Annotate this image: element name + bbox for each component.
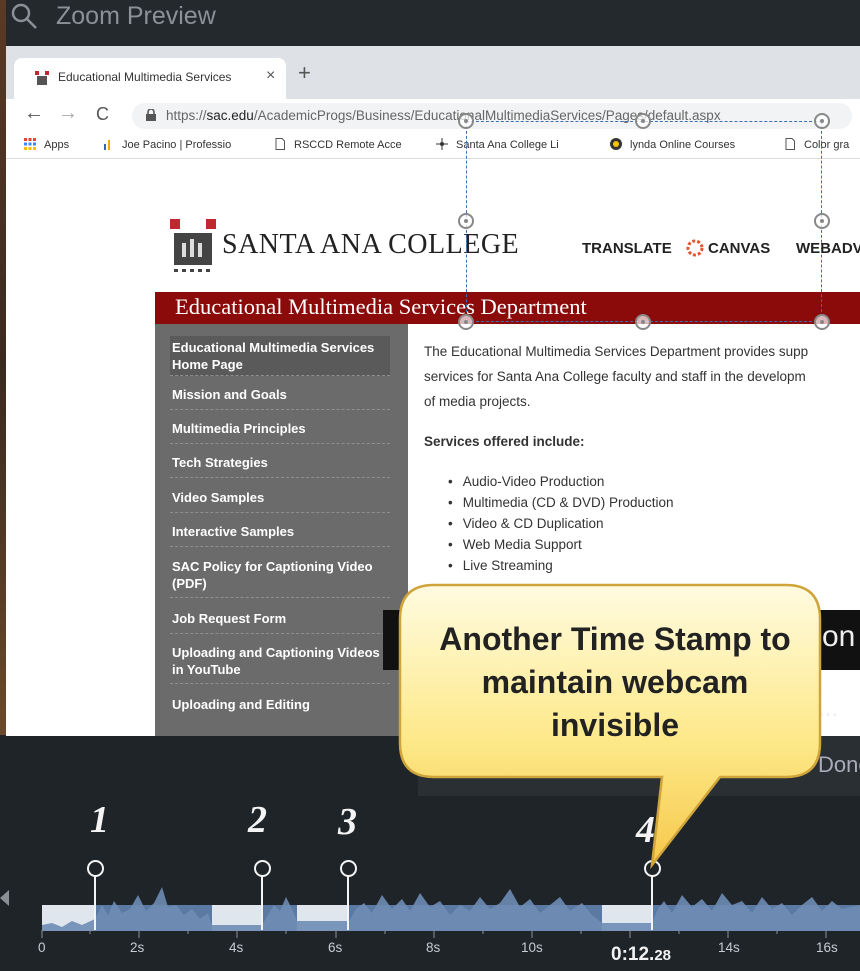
current-time-readout: 0:12.28 — [611, 944, 671, 965]
forward-button[interactable]: → — [58, 102, 78, 125]
sidenav-item-captioning-policy[interactable]: SAC Policy for Captioning Video (PDF) — [170, 554, 390, 598]
resize-handle-left[interactable] — [458, 213, 474, 229]
scroll-left-icon[interactable] — [0, 890, 9, 906]
services-heading: Services offered include: — [424, 434, 585, 449]
resize-handle-top-left[interactable] — [458, 113, 474, 129]
sidenav-item-interactive[interactable]: Interactive Samples — [170, 519, 390, 547]
search-icon[interactable] — [10, 2, 38, 30]
college-favicon-icon — [35, 71, 49, 85]
list-item: Video & CD Duplication — [448, 513, 674, 534]
sidenav-item-tech[interactable]: Tech Strategies — [170, 450, 390, 478]
sidenav-item-youtube[interactable]: Uploading and Captioning Videos in YouTu… — [170, 640, 390, 684]
tick-label: 2s — [130, 940, 145, 955]
tab-close-button[interactable]: × — [266, 67, 275, 85]
sidenav-item-video-samples[interactable]: Video Samples — [170, 485, 390, 513]
side-navigation: Educational Multimedia Services Home Pag… — [155, 324, 408, 736]
resize-handle-bottom-right[interactable] — [814, 314, 830, 330]
marker-line — [94, 875, 96, 930]
network-icon — [436, 138, 448, 150]
back-button[interactable]: ← — [24, 102, 44, 125]
timestamp-marker[interactable] — [340, 860, 357, 877]
sidenav-item-home[interactable]: Educational Multimedia Services Home Pag… — [170, 336, 390, 376]
lock-icon — [146, 109, 156, 121]
marker-number: 2 — [248, 799, 267, 841]
zoom-preview-header: Zoom Preview — [6, 0, 860, 46]
marker-number: 3 — [338, 801, 357, 843]
apps-grid-icon — [24, 138, 36, 150]
intro-line: services for Santa Ana College faculty a… — [424, 369, 806, 384]
tick-label: 4s — [229, 940, 244, 955]
callout-text: Another Time Stamp to maintain webcam in… — [439, 621, 791, 743]
tick-label: 10s — [521, 940, 543, 955]
timestamp-marker[interactable] — [87, 860, 104, 877]
resize-handle-top-right[interactable] — [814, 113, 830, 129]
zoom-preview-screen: Zoom Preview Educational Multimedia Serv… — [0, 0, 860, 971]
tab-title: Educational Multimedia Services — [58, 70, 232, 84]
intro-line: The Educational Multimedia Services Depa… — [424, 344, 809, 359]
bookmark-rsccd[interactable]: RSCCD Remote Acce — [274, 138, 402, 151]
marker-line — [261, 875, 263, 930]
tick-label: 14s — [718, 940, 740, 955]
marker-number: 1 — [90, 799, 109, 841]
timestamp-marker[interactable] — [254, 860, 271, 877]
bookmark-bar-chart-icon — [104, 140, 110, 150]
page-icon — [275, 138, 285, 150]
resize-handle-bottom[interactable] — [635, 314, 651, 330]
intro-line: of media projects. — [424, 394, 531, 409]
zoom-preview-title: Zoom Preview — [56, 2, 216, 30]
tick-label: 0 — [38, 940, 46, 955]
list-item: Audio-Video Production — [448, 471, 674, 492]
timeline-ticks — [41, 930, 827, 938]
new-tab-button[interactable]: + — [298, 60, 311, 86]
services-list: Audio-Video Production Multimedia (CD & … — [448, 471, 674, 576]
tick-label: 16s — [816, 940, 838, 955]
tab-bar: Educational Multimedia Services × + — [6, 46, 860, 99]
list-item: Live Streaming — [448, 555, 674, 576]
resize-handle-bottom-left[interactable] — [458, 314, 474, 330]
list-item: Web Media Support — [448, 534, 674, 555]
sidenav-item-job-request[interactable]: Job Request Form — [170, 606, 390, 634]
reload-button[interactable]: C — [96, 104, 109, 125]
resize-handle-top[interactable] — [635, 113, 651, 129]
resize-handle-right[interactable] — [814, 213, 830, 229]
bookmark-joe-pacino[interactable]: Joe Pacino | Professio — [102, 138, 231, 151]
list-item: Multimedia (CD & DVD) Production — [448, 492, 674, 513]
sidenav-item-principles[interactable]: Multimedia Principles — [170, 416, 390, 444]
tick-label: 8s — [426, 940, 441, 955]
tick-label: 6s — [328, 940, 343, 955]
zoom-selection-rectangle[interactable] — [466, 121, 822, 322]
main-content: The Educational Multimedia Services Depa… — [424, 339, 860, 573]
bookmark-apps[interactable]: Apps — [24, 138, 69, 151]
browser-tab[interactable]: Educational Multimedia Services × — [14, 58, 286, 99]
college-logo-icon — [170, 219, 216, 272]
sidenav-item-editing[interactable]: Uploading and Editing — [170, 692, 390, 720]
marker-line — [347, 875, 349, 930]
sidenav-item-mission[interactable]: Mission and Goals — [170, 382, 390, 410]
